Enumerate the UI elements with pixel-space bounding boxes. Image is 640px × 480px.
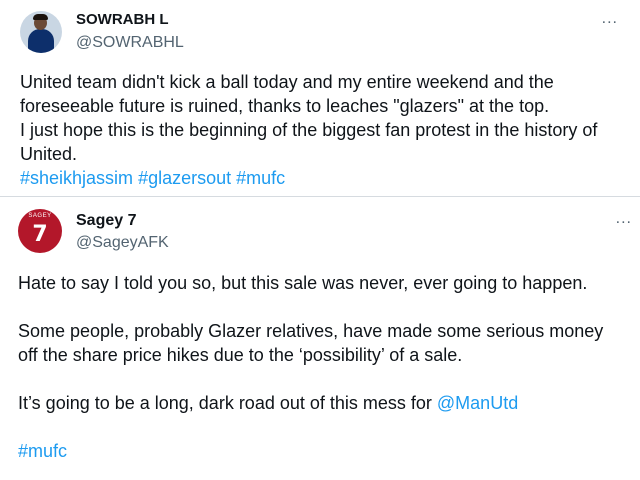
hashtag-link[interactable]: #glazersout	[138, 168, 231, 188]
avatar-shirt-name: SAGEY	[28, 213, 52, 219]
hashtag-row: #mufc	[18, 439, 638, 463]
display-name[interactable]: SOWRABH L	[76, 11, 169, 28]
tweet-paragraph-line: Some people, probably Glazer relatives, …	[18, 321, 604, 341]
tweet-text-line: United.	[20, 144, 78, 164]
avatar[interactable]	[20, 11, 62, 53]
display-name[interactable]: Sagey 7	[76, 212, 136, 230]
avatar[interactable]: SAGEY 7	[18, 209, 62, 253]
mention-link[interactable]: @ManUtd	[437, 393, 518, 413]
avatar-person-body	[28, 29, 54, 53]
tweet-card: SAGEY 7 Sagey 7 @SageyAFK ... Hate to sa…	[0, 197, 640, 480]
user-handle[interactable]: @SageyAFK	[76, 234, 169, 252]
hashtag-link[interactable]: #sheikhjassim	[20, 168, 133, 188]
tweet-text-line: I just hope this is the beginning of the…	[20, 120, 598, 140]
tweet-paragraph-text: It’s going to be a long, dark road out o…	[18, 393, 437, 413]
tweet-text: United team didn't kick a ball today and…	[20, 70, 630, 190]
tweet-card: SOWRABH L @SOWRABHL ... United team didn…	[0, 0, 640, 197]
tweet-paragraph: Hate to say I told you so, but this sale…	[18, 273, 588, 293]
hashtag-row: #sheikhjassim #glazersout #mufc	[20, 166, 630, 190]
tweet-text-line: foreseeable future is ruined, thanks to …	[20, 96, 550, 116]
tweet-paragraph-line: off the share price hikes due to the ‘po…	[18, 345, 463, 365]
more-horizontal-icon[interactable]: ...	[616, 211, 632, 227]
avatar-shirt-number: 7	[32, 222, 48, 247]
user-handle[interactable]: @SOWRABHL	[76, 34, 184, 52]
hashtag-link[interactable]: #mufc	[236, 168, 285, 188]
tweet-text: Hate to say I told you so, but this sale…	[18, 271, 638, 463]
hashtag-link[interactable]: #mufc	[18, 441, 67, 461]
tweet-paragraph: It’s going to be a long, dark road out o…	[18, 391, 638, 415]
tweet-text-line: United team didn't kick a ball today and…	[20, 72, 554, 92]
avatar-person-hair	[33, 14, 48, 20]
more-horizontal-icon[interactable]: ...	[602, 11, 618, 27]
